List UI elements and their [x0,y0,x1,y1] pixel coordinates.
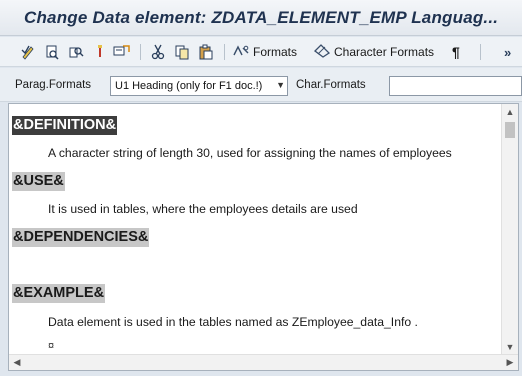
scroll-up-icon[interactable]: ▲ [502,104,518,120]
toolbar-separator [224,44,225,60]
character-formats-button[interactable]: Character Formats [313,42,434,62]
end-of-text-mark: ¤ [48,340,55,352]
example-text: Data element is used in the tables named… [48,315,418,329]
paragraph-mark-icon: ¶ [452,44,460,60]
definition-heading: &DEFINITION& [12,116,118,135]
editor-toolbar: Formats Character Formats ¶ » [0,37,522,67]
dependencies-heading: &DEPENDENCIES& [12,228,150,247]
vertical-scrollbar[interactable]: ▲ ▼ [501,104,518,355]
chevron-down-icon: ▼ [276,80,285,90]
formats-button[interactable]: Formats [232,42,297,62]
char-formats-label: Char.Formats [296,79,366,91]
character-formats-icon [313,43,331,61]
vertical-scroll-thumb[interactable] [505,122,515,138]
more-toolbar-button[interactable]: » [504,42,511,62]
text-editor[interactable]: &DEFINITION& A character string of lengt… [8,103,519,371]
use-heading: &USE& [12,172,65,191]
scroll-right-icon[interactable]: ▶ [502,355,518,370]
example-heading: &EXAMPLE& [12,284,106,303]
toolbar-separator [480,44,481,60]
formats-label: Formats [253,45,298,59]
paste-icon[interactable] [196,42,216,62]
insert-command-icon[interactable] [112,42,132,62]
scroll-down-icon[interactable]: ▼ [502,339,518,355]
find-next-icon[interactable] [66,42,86,62]
parag-formats-value: U1 Heading (only for F1 doc.!) [115,80,263,92]
definition-text: A character string of length 30, used fo… [48,146,452,160]
toolbar-separator [140,44,141,60]
horizontal-scrollbar[interactable]: ◀ ▶ [9,354,518,370]
char-formats-input[interactable] [389,76,522,96]
scroll-left-icon[interactable]: ◀ [9,355,25,370]
parag-formats-select[interactable]: U1 Heading (only for F1 doc.!) ▼ [110,76,288,96]
window-title: Change Data element: ZDATA_ELEMENT_EMP L… [24,8,499,27]
character-formats-label: Character Formats [334,45,435,59]
more-chevron-icon: » [504,44,512,60]
use-text: It is used in tables, where the employee… [48,202,358,216]
cut-icon[interactable] [148,42,168,62]
check-spelling-icon[interactable] [18,42,38,62]
search-replace-icon[interactable] [42,42,62,62]
parag-formats-label: Parag.Formats [15,79,92,91]
paragraph-marks-button[interactable]: ¶ [452,42,460,62]
copy-icon[interactable] [172,42,192,62]
title-bar: Change Data element: ZDATA_ELEMENT_EMP L… [0,0,522,36]
formats-icon [232,44,250,61]
insert-marker-icon[interactable] [90,42,110,62]
